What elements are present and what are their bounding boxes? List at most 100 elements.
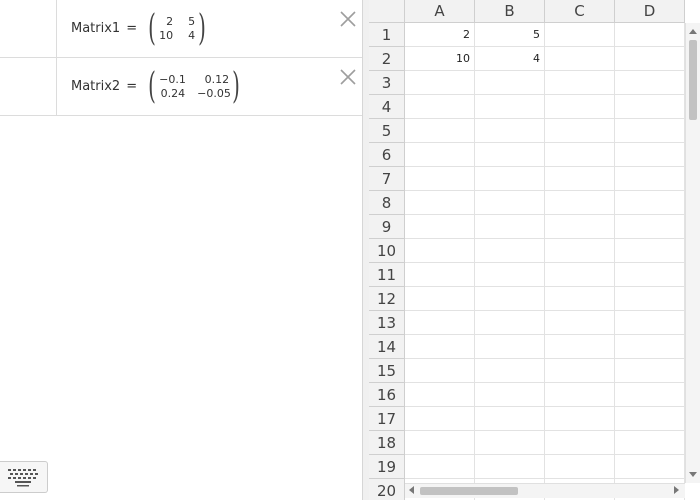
- close-icon[interactable]: [340, 69, 356, 85]
- cell-c10[interactable]: [545, 239, 615, 263]
- row-header-9[interactable]: 9: [369, 215, 405, 239]
- cell-b13[interactable]: [475, 311, 545, 335]
- row-header-10[interactable]: 10: [369, 239, 405, 263]
- algebra-entry-matrix1[interactable]: Matrix1 = ( 2 5 10 4 ): [0, 0, 362, 58]
- cell-d2[interactable]: [615, 47, 685, 71]
- cell-b4[interactable]: [475, 95, 545, 119]
- cell-a13[interactable]: [405, 311, 475, 335]
- cell-c16[interactable]: [545, 383, 615, 407]
- visibility-toggle-column[interactable]: [0, 58, 57, 115]
- cell-d12[interactable]: [615, 287, 685, 311]
- cell-d3[interactable]: [615, 71, 685, 95]
- cell-d13[interactable]: [615, 311, 685, 335]
- column-header-b[interactable]: B: [475, 0, 545, 23]
- horizontal-scrollbar[interactable]: [405, 483, 685, 498]
- row-header-5[interactable]: 5: [369, 119, 405, 143]
- cell-a4[interactable]: [405, 95, 475, 119]
- cell-b17[interactable]: [475, 407, 545, 431]
- column-header-a[interactable]: A: [405, 0, 475, 23]
- cell-b19[interactable]: [475, 455, 545, 479]
- cell-c18[interactable]: [545, 431, 615, 455]
- cell-c14[interactable]: [545, 335, 615, 359]
- cell-c8[interactable]: [545, 191, 615, 215]
- cell-c15[interactable]: [545, 359, 615, 383]
- cell-a16[interactable]: [405, 383, 475, 407]
- cell-c1[interactable]: [545, 23, 615, 47]
- cell-d14[interactable]: [615, 335, 685, 359]
- cell-c12[interactable]: [545, 287, 615, 311]
- cell-c9[interactable]: [545, 215, 615, 239]
- column-header-d[interactable]: D: [615, 0, 685, 23]
- scroll-down-arrow-icon[interactable]: [689, 472, 697, 477]
- cell-a3[interactable]: [405, 71, 475, 95]
- row-header-7[interactable]: 7: [369, 167, 405, 191]
- algebra-expression[interactable]: Matrix1 = ( 2 5 10 4 ): [71, 0, 209, 57]
- row-header-13[interactable]: 13: [369, 311, 405, 335]
- row-header-8[interactable]: 8: [369, 191, 405, 215]
- cell-a6[interactable]: [405, 143, 475, 167]
- visibility-toggle-column[interactable]: [0, 0, 57, 57]
- cell-c5[interactable]: [545, 119, 615, 143]
- cell-a19[interactable]: [405, 455, 475, 479]
- cell-d7[interactable]: [615, 167, 685, 191]
- cell-c19[interactable]: [545, 455, 615, 479]
- scroll-up-arrow-icon[interactable]: [689, 29, 697, 34]
- cell-c13[interactable]: [545, 311, 615, 335]
- row-header-15[interactable]: 15: [369, 359, 405, 383]
- row-header-11[interactable]: 11: [369, 263, 405, 287]
- cell-d8[interactable]: [615, 191, 685, 215]
- cell-c4[interactable]: [545, 95, 615, 119]
- cell-b18[interactable]: [475, 431, 545, 455]
- scroll-right-arrow-icon[interactable]: [674, 486, 679, 494]
- row-header-18[interactable]: 18: [369, 431, 405, 455]
- cell-b9[interactable]: [475, 215, 545, 239]
- cell-d6[interactable]: [615, 143, 685, 167]
- cell-d19[interactable]: [615, 455, 685, 479]
- cell-c6[interactable]: [545, 143, 615, 167]
- row-header-3[interactable]: 3: [369, 71, 405, 95]
- cell-b2[interactable]: 4: [475, 47, 545, 71]
- algebra-expression[interactable]: Matrix2 = ( −0.1 0.12 0.24 −0.05 ): [71, 58, 243, 115]
- cell-c3[interactable]: [545, 71, 615, 95]
- cell-d11[interactable]: [615, 263, 685, 287]
- column-header-c[interactable]: C: [545, 0, 615, 23]
- row-header-12[interactable]: 12: [369, 287, 405, 311]
- row-header-14[interactable]: 14: [369, 335, 405, 359]
- row-header-19[interactable]: 19: [369, 455, 405, 479]
- row-header-1[interactable]: 1: [369, 23, 405, 47]
- cell-d5[interactable]: [615, 119, 685, 143]
- cell-a14[interactable]: [405, 335, 475, 359]
- cell-d16[interactable]: [615, 383, 685, 407]
- cell-b15[interactable]: [475, 359, 545, 383]
- row-header-4[interactable]: 4: [369, 95, 405, 119]
- row-header-2[interactable]: 2: [369, 47, 405, 71]
- cell-a2[interactable]: 10: [405, 47, 475, 71]
- cell-b1[interactable]: 5: [475, 23, 545, 47]
- cell-c2[interactable]: [545, 47, 615, 71]
- cell-a9[interactable]: [405, 215, 475, 239]
- cell-b11[interactable]: [475, 263, 545, 287]
- cell-d1[interactable]: [615, 23, 685, 47]
- cell-b12[interactable]: [475, 287, 545, 311]
- cell-d15[interactable]: [615, 359, 685, 383]
- cell-b3[interactable]: [475, 71, 545, 95]
- vertical-scrollbar[interactable]: [685, 23, 700, 483]
- cell-a10[interactable]: [405, 239, 475, 263]
- close-icon[interactable]: [340, 11, 356, 27]
- cell-a15[interactable]: [405, 359, 475, 383]
- cell-a12[interactable]: [405, 287, 475, 311]
- cell-d17[interactable]: [615, 407, 685, 431]
- cell-a7[interactable]: [405, 167, 475, 191]
- row-header-17[interactable]: 17: [369, 407, 405, 431]
- cell-a5[interactable]: [405, 119, 475, 143]
- cell-b10[interactable]: [475, 239, 545, 263]
- algebra-entry-matrix2[interactable]: Matrix2 = ( −0.1 0.12 0.24 −0.05 ): [0, 58, 362, 116]
- row-header-6[interactable]: 6: [369, 143, 405, 167]
- cell-a17[interactable]: [405, 407, 475, 431]
- cell-d4[interactable]: [615, 95, 685, 119]
- cell-c11[interactable]: [545, 263, 615, 287]
- keyboard-toggle-button[interactable]: [0, 461, 48, 493]
- vertical-scroll-thumb[interactable]: [689, 40, 697, 120]
- row-header-20[interactable]: 20: [369, 479, 405, 500]
- cell-d9[interactable]: [615, 215, 685, 239]
